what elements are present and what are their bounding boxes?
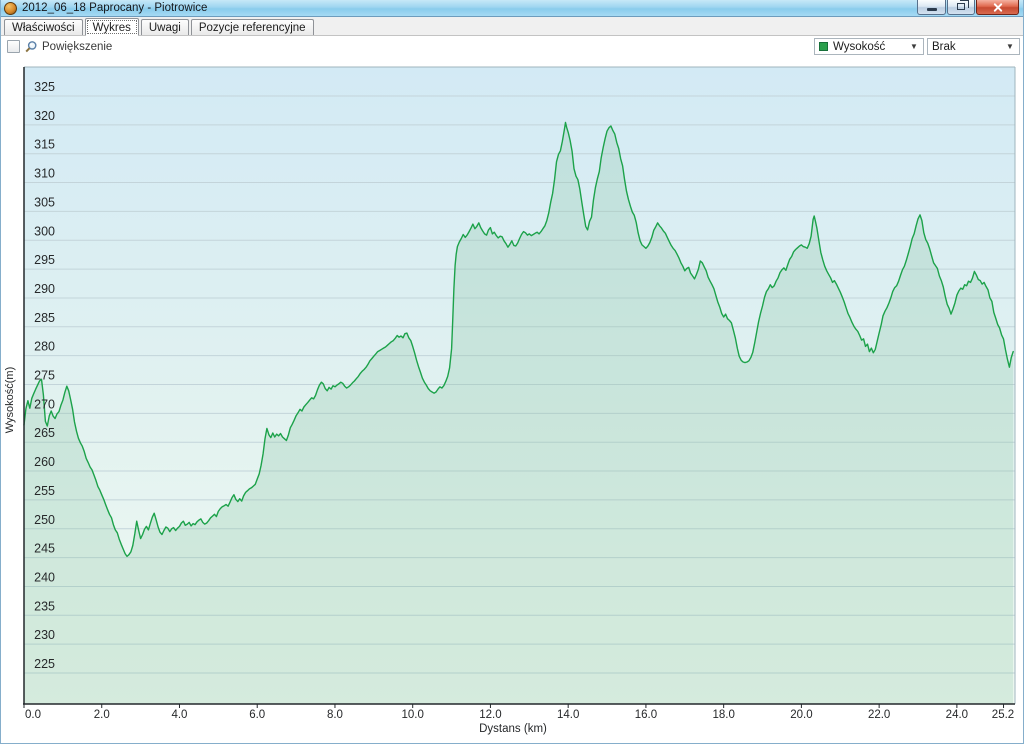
y-tick-label: 235 <box>34 599 55 613</box>
y-tick-label: 310 <box>34 167 55 181</box>
tab-uwagi[interactable]: Uwagi <box>141 19 189 35</box>
app-window: 2012_06_18 Paprocany - Piotrowice Właści… <box>0 0 1024 744</box>
y-tick-label: 230 <box>34 628 55 642</box>
elevation-chart[interactable]: 225 230 235 240 245 250 255 260 265 270 275 280 285 2… <box>1 57 1024 744</box>
x-tick-label: 25.2 <box>992 709 1014 721</box>
y-tick-label: 270 <box>34 397 55 411</box>
x-tick-label: 12.0 <box>479 709 501 721</box>
y-tick-label: 285 <box>34 311 55 325</box>
window-title: 2012_06_18 Paprocany - Piotrowice <box>22 2 207 14</box>
close-button[interactable] <box>976 0 1019 15</box>
x-tick-label: 8.0 <box>327 709 343 721</box>
magnifier-icon <box>24 40 38 54</box>
window-controls <box>917 0 1019 15</box>
close-icon <box>993 3 1003 12</box>
title-bar: 2012_06_18 Paprocany - Piotrowice <box>1 0 1023 17</box>
y-tick-label: 260 <box>34 455 55 469</box>
restore-icon <box>957 3 965 10</box>
x-axis: 0.0 2.0 4.0 6.0 8.0 10.0 12.0 14.0 16.0 18.0 20.0 2… <box>24 704 1014 721</box>
y-axis-labels: 225 230 235 240 245 250 255 260 265 270 275 280 285 2… <box>34 80 55 671</box>
y-tick-label: 255 <box>34 484 55 498</box>
x-tick-label: 18.0 <box>712 709 734 721</box>
restore-button[interactable] <box>947 0 975 15</box>
zoom-checkbox[interactable] <box>7 40 20 53</box>
minimize-button[interactable] <box>917 0 946 15</box>
x-tick-label: 2.0 <box>94 709 110 721</box>
x-tick-label: 6.0 <box>249 709 265 721</box>
x-tick-label: 0.0 <box>25 709 41 721</box>
y-tick-label: 280 <box>34 340 55 354</box>
y-axis-title: Wysokość(m) <box>4 367 16 434</box>
chart-toolbar: Powiększenie Wysokość ▼ Brak ▼ <box>1 36 1023 57</box>
secondary-select-value: Brak <box>932 41 956 53</box>
x-axis-title: Dystans (km) <box>479 723 547 735</box>
y-tick-label: 265 <box>34 426 55 440</box>
tab-właściwości[interactable]: Właściwości <box>4 19 83 35</box>
y-tick-label: 290 <box>34 282 55 296</box>
series-color-swatch <box>819 42 828 51</box>
y-tick-label: 295 <box>34 253 55 267</box>
y-tick-label: 325 <box>34 80 55 94</box>
minimize-icon <box>927 8 937 11</box>
y-tick-label: 225 <box>34 657 55 671</box>
y-tick-label: 240 <box>34 570 55 584</box>
app-icon[interactable] <box>4 2 17 15</box>
tab-pozycje-referencyjne[interactable]: Pozycje referencyjne <box>191 19 314 35</box>
y-tick-label: 320 <box>34 109 55 123</box>
x-tick-label: 4.0 <box>171 709 187 721</box>
tab-strip: WłaściwościWykresUwagiPozycje referencyj… <box>1 17 1023 36</box>
x-tick-label: 24.0 <box>946 709 968 721</box>
zoom-checkbox-label: Powiększenie <box>42 41 112 53</box>
x-tick-label: 22.0 <box>868 709 890 721</box>
x-tick-label: 10.0 <box>402 709 424 721</box>
series-select[interactable]: Wysokość ▼ <box>814 38 924 55</box>
y-tick-label: 305 <box>34 195 55 209</box>
x-tick-label: 14.0 <box>557 709 579 721</box>
x-tick-label: 16.0 <box>635 709 657 721</box>
secondary-select[interactable]: Brak ▼ <box>927 38 1020 55</box>
chart-panel: 225 230 235 240 245 250 255 260 265 270 275 280 285 2… <box>1 57 1023 744</box>
y-tick-label: 300 <box>34 224 55 238</box>
series-select-value: Wysokość <box>833 41 885 53</box>
x-tick-label: 20.0 <box>790 709 812 721</box>
y-tick-label: 245 <box>34 542 55 556</box>
y-tick-label: 250 <box>34 513 55 527</box>
chevron-down-icon: ▼ <box>907 39 921 54</box>
chevron-down-icon: ▼ <box>1003 39 1017 54</box>
y-tick-label: 275 <box>34 369 55 383</box>
y-tick-label: 315 <box>34 138 55 152</box>
tab-wykres[interactable]: Wykres <box>85 18 139 36</box>
